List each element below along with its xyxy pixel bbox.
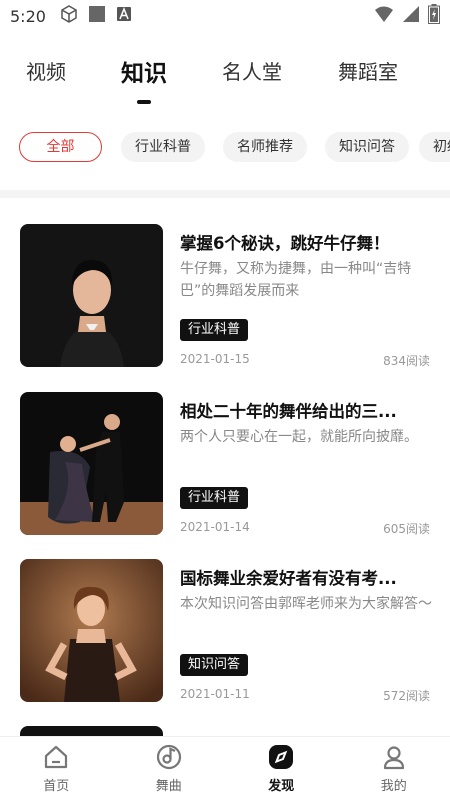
font-icon [116,6,132,26]
bottom-nav: 首页 舞曲 发现 我的 [0,736,450,800]
article-date: 2021-01-15 [180,352,250,366]
compass-icon [269,745,294,769]
nav-discover[interactable]: 发现 [225,737,338,800]
chip-knowledge-qa[interactable]: 知识问答 [325,132,409,162]
chip-beginner[interactable]: 初级 [419,132,450,162]
nav-music-label: 舞曲 [155,779,182,794]
nav-discover-label: 发现 [268,779,295,794]
article-title: 国标舞业余爱好者有没有考... [180,569,397,588]
home-icon [45,745,68,769]
tab-knowledge[interactable]: 知识 [121,54,167,88]
article-thumbnail [20,559,163,702]
article-read-count: 572阅读 [383,689,430,703]
music-disc-icon [156,744,181,770]
article-title: 掌握6个秘诀，跳好牛仔舞！ [180,234,390,253]
article-tag: 行业科普 [180,319,249,341]
article-description: 牛仔舞，又称为捷舞，由一种叫“吉特巴”的舞蹈发展而来 [180,261,412,299]
nav-profile[interactable]: 我的 [338,737,450,800]
article-item[interactable]: 掌握6个秘诀，跳好牛仔舞！ 牛仔舞，又称为捷舞，由一种叫“吉特巴”的舞蹈发展而来… [0,224,450,374]
nav-profile-label: 我的 [380,779,407,794]
article-date: 2021-01-14 [180,520,250,534]
article-thumbnail [20,224,163,367]
chip-all[interactable]: 全部 [19,132,102,162]
article-read-count: 834阅读 [383,354,430,368]
article-description: 本次知识问答由郭晖老师来为大家解答～ [180,596,432,612]
top-tab-bar: 视频 知识 名人堂 舞蹈室 [0,44,450,104]
article-item[interactable]: 国标舞业余爱好者有没有考... 本次知识问答由郭晖老师来为大家解答～ 知识问答 … [0,559,450,709]
tab-dance-studio[interactable]: 舞蹈室 [338,56,398,85]
nav-home[interactable]: 首页 [0,737,113,800]
battery-icon [428,4,440,28]
square-icon [88,5,106,27]
article-description: 两个人只要心在一起，就能所向披靡。 [180,429,418,445]
tab-indicator [137,100,151,104]
article-thumbnail [20,392,163,535]
profile-icon [383,746,404,770]
chip-teacher-recommend[interactable]: 名师推荐 [223,132,307,162]
article-read-count: 605阅读 [383,522,430,536]
tab-hall-of-fame[interactable]: 名人堂 [222,56,282,85]
signal-icon [402,5,420,27]
filter-chip-bar: 全部 行业科普 名师推荐 知识问答 初级 [0,130,450,166]
cube-icon [60,5,78,27]
section-divider [0,190,450,198]
wifi-icon [374,5,394,27]
status-time: 5:20 [10,6,46,26]
article-tag: 知识问答 [180,654,249,676]
status-bar: 5:20 [0,0,450,32]
article-item[interactable]: 相处二十年的舞伴给出的三... 两个人只要心在一起，就能所向披靡。 行业科普 2… [0,392,450,542]
article-date: 2021-01-11 [180,687,250,701]
nav-music[interactable]: 舞曲 [113,737,226,800]
tab-video[interactable]: 视频 [26,56,66,85]
chip-industry-science[interactable]: 行业科普 [121,132,205,162]
nav-home-label: 首页 [43,779,70,794]
article-tag: 行业科普 [180,487,249,509]
article-title: 相处二十年的舞伴给出的三... [180,402,397,421]
